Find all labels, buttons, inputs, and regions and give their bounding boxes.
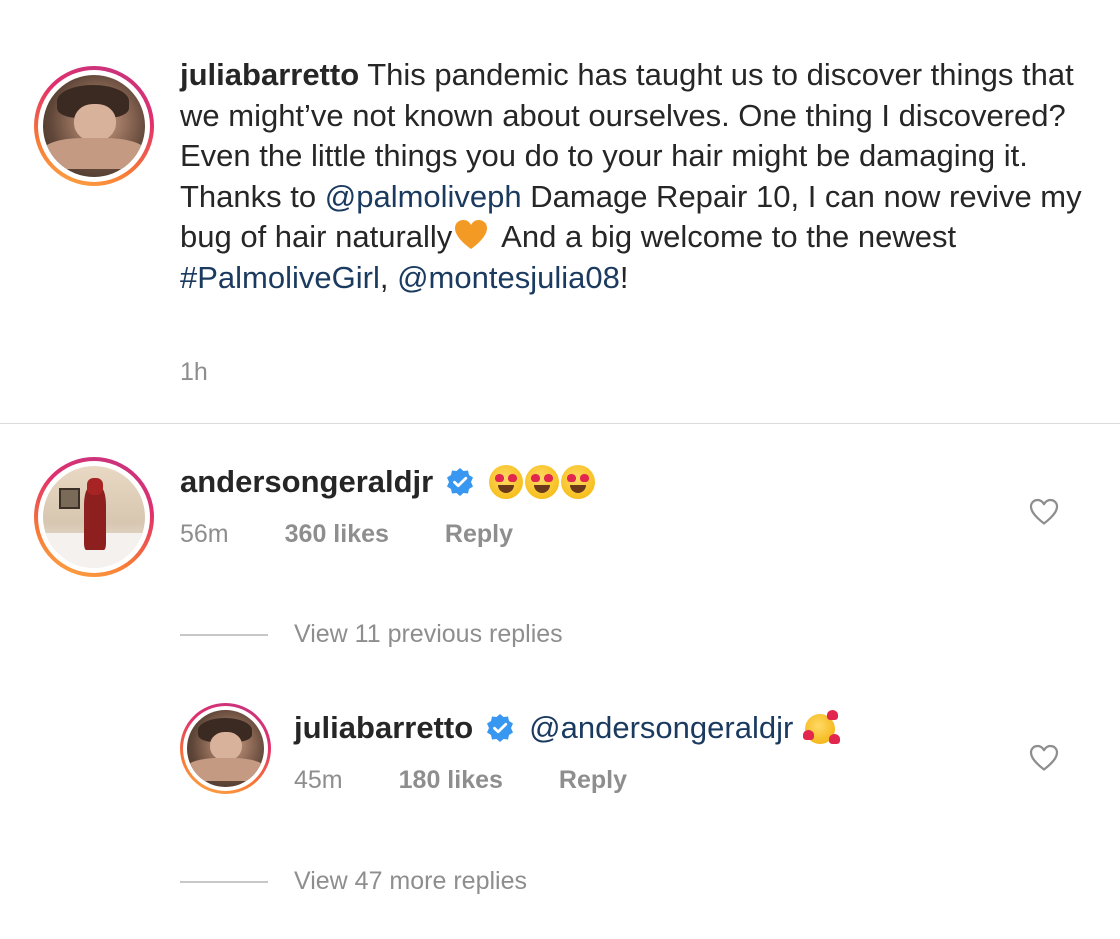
heart-eyes-emoji-icon — [489, 465, 524, 499]
like-heart-icon[interactable] — [1028, 742, 1060, 774]
comment-stats: 56m 360 likes Reply — [180, 520, 513, 549]
comment-time: 56m — [180, 520, 229, 548]
reply-author-username[interactable]: juliabarretto — [294, 708, 473, 748]
reply-stats: 45m 180 likes Reply — [294, 766, 627, 795]
like-heart-icon[interactable] — [1028, 496, 1060, 528]
replies-divider-line — [180, 880, 268, 883]
mention-montesjulia08[interactable]: @montesjulia08 — [397, 260, 620, 295]
heart-eyes-emoji-icon — [561, 465, 596, 499]
reply-mention-andersongeraldjr[interactable]: @andersongeraldjr — [529, 708, 793, 748]
hashtag-palmolivegirl[interactable]: #PalmoliveGirl — [180, 260, 380, 295]
reply-likes[interactable]: 180 likes — [399, 766, 503, 795]
divider — [0, 423, 1120, 424]
replies-divider-line — [180, 633, 268, 636]
smiling-face-with-hearts-icon — [803, 710, 841, 746]
avatar-photo — [43, 75, 145, 177]
reply-time: 45m — [294, 766, 343, 794]
verified-badge-icon — [447, 468, 474, 496]
heart-eyes-emoji-icon — [525, 465, 560, 499]
post-author-username[interactable]: juliabarretto — [180, 57, 359, 92]
comment-header: andersongeraldjr — [180, 462, 597, 502]
avatar-photo — [43, 466, 145, 568]
verified-badge-icon — [487, 714, 514, 742]
avatar-photo — [187, 710, 264, 787]
comment-author-avatar[interactable] — [34, 457, 154, 577]
comment-likes[interactable]: 360 likes — [285, 520, 389, 549]
view-more-replies-button[interactable]: View 47 more replies — [180, 867, 527, 896]
post-caption: juliabarretto This pandemic has taught u… — [180, 57, 1082, 295]
mention-palmoliveph[interactable]: @palmoliveph — [325, 179, 522, 214]
comments-screen: juliabarretto This pandemic has taught u… — [0, 0, 1120, 939]
reply-reply-button[interactable]: Reply — [559, 766, 627, 795]
post-author-avatar[interactable] — [34, 66, 154, 186]
comment-author-username[interactable]: andersongeraldjr — [180, 462, 433, 502]
view-previous-replies-button[interactable]: View 11 previous replies — [180, 620, 563, 649]
post-time: 1h — [180, 358, 208, 386]
comment-reply-button[interactable]: Reply — [445, 520, 513, 549]
reply-header: juliabarretto @andersongeraldjr — [294, 708, 841, 748]
reply-author-avatar[interactable] — [180, 703, 271, 794]
orange-heart-icon — [455, 220, 488, 249]
